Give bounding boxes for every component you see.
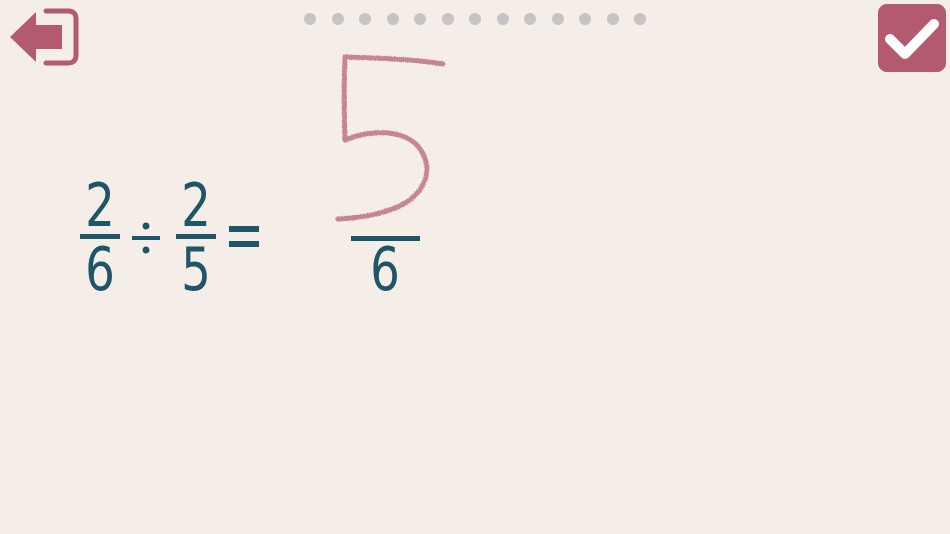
back-button[interactable] xyxy=(8,6,82,68)
checkmark-icon xyxy=(885,19,939,59)
exit-arrow-icon xyxy=(10,8,79,66)
check-answer-button[interactable] xyxy=(878,4,946,72)
progress-dot xyxy=(579,13,591,25)
progress-dot xyxy=(606,13,619,25)
divide-sign xyxy=(132,222,160,254)
progress-dot xyxy=(359,13,371,25)
left-numerator: 2 xyxy=(85,171,115,241)
progress-dot xyxy=(551,13,564,25)
progress-dot xyxy=(414,13,426,25)
progress-dot xyxy=(441,13,454,25)
progress-dot xyxy=(469,13,481,25)
progress-dot xyxy=(496,13,509,25)
answer-denominator: 6 xyxy=(370,235,400,305)
progress-dot xyxy=(331,13,344,25)
right-numerator: 2 xyxy=(181,171,211,241)
right-denominator: 5 xyxy=(181,235,211,305)
progress-dot xyxy=(524,13,536,25)
progress-dots xyxy=(304,13,646,25)
progress-dot xyxy=(304,13,316,25)
left-denominator: 6 xyxy=(85,235,115,305)
progress-dot xyxy=(386,13,399,25)
equals-sign xyxy=(229,226,259,247)
progress-dot xyxy=(634,13,646,25)
answer-drawing-area[interactable] xyxy=(300,40,500,230)
